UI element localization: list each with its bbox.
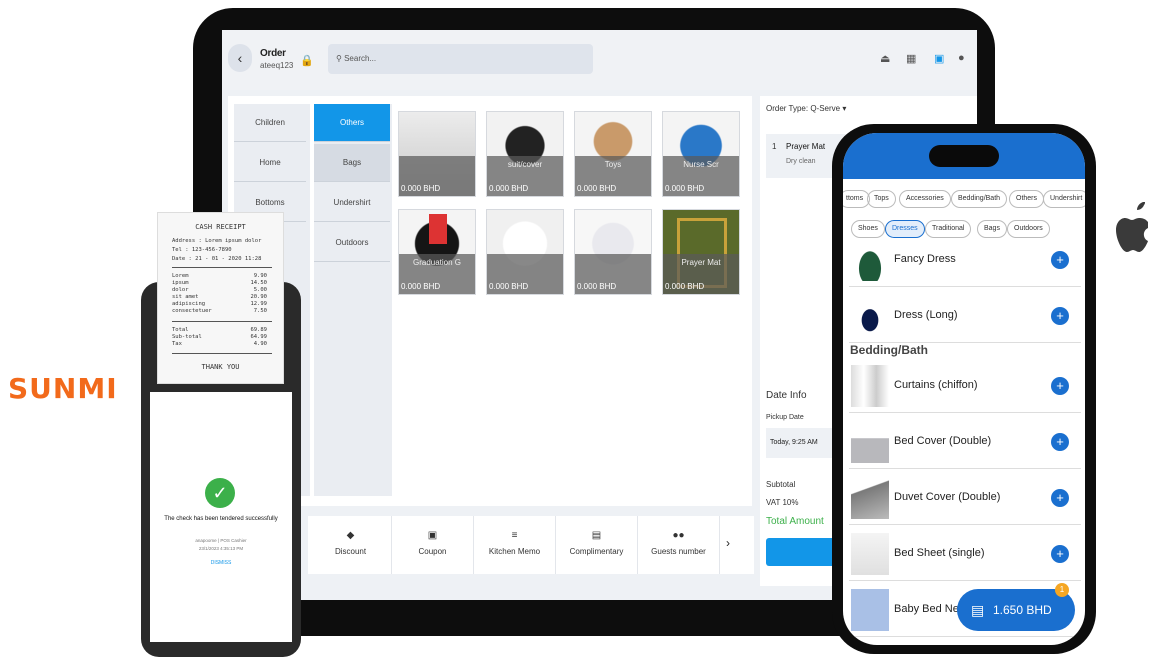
guests-number-button[interactable]: ●● Guests number: [638, 516, 720, 574]
checkmark-icon: ✓: [205, 478, 235, 508]
product-tile[interactable]: Toys 0.000 BHD: [574, 111, 652, 197]
chip-bedding-bath[interactable]: Bedding/Bath: [951, 190, 1008, 208]
kitchen-memo-button[interactable]: ≡ Kitchen Memo: [474, 516, 556, 574]
add-icon[interactable]: +: [1051, 307, 1069, 325]
category-outdoors[interactable]: Outdoors: [314, 224, 390, 262]
item-thumbnail: [851, 477, 889, 519]
item-thumbnail: [851, 365, 889, 407]
lock-icon[interactable]: 🔒: [300, 54, 314, 67]
chip-others[interactable]: Others: [1009, 190, 1045, 208]
action-bar: ◆ Discount ▣ Coupon ≡ Kitchen Memo ▤ Complim…: [308, 516, 754, 574]
cart-badge: 1: [1055, 583, 1069, 597]
guests-icon: ●●: [672, 530, 685, 541]
chip-accessories[interactable]: Accessories: [899, 190, 951, 208]
total-amount-label: Total Amount: [766, 516, 824, 527]
category-undershirt[interactable]: Undershirt: [314, 184, 390, 222]
red-stole: [429, 214, 447, 244]
product-tile[interactable]: 0.000 BHD: [398, 111, 476, 197]
printer-icon[interactable]: ▣: [934, 52, 944, 65]
clipboard-icon[interactable]: ▦: [906, 52, 916, 65]
add-icon[interactable]: +: [1051, 545, 1069, 563]
product-tile[interactable]: suit/cover 0.000 BHD: [486, 111, 564, 197]
section-title: Bedding/Bath: [850, 343, 928, 357]
chevron-right-icon[interactable]: ›: [726, 536, 730, 550]
username: ateeq123: [260, 61, 294, 70]
product-tile[interactable]: Prayer Mat 0.000 BHD: [662, 209, 740, 295]
item-thumbnail: [851, 533, 889, 575]
search-input[interactable]: ⚲ Search...: [328, 44, 593, 74]
item-thumbnail: [851, 421, 889, 463]
chip-undershirt[interactable]: Undershirt: [1043, 190, 1085, 208]
list-item[interactable]: Bed Cover (Double) +: [849, 415, 1081, 469]
list-item[interactable]: Curtains (chiffon) +: [849, 359, 1081, 413]
item-thumbnail: [851, 589, 889, 631]
item-thumbnail: [851, 239, 889, 281]
memo-icon: ≡: [511, 530, 518, 541]
top-category-chips: ttoms Tops Accessories Bedding/Bath Othe…: [843, 190, 1085, 208]
back-button[interactable]: ‹: [228, 44, 252, 72]
category-bags[interactable]: Bags: [314, 144, 390, 182]
list-item[interactable]: Bed Sheet (single) +: [849, 527, 1081, 581]
catalog-panel: Children Home Bottoms Others Bags Unders…: [228, 96, 752, 506]
receipt-icon: ▤: [971, 602, 985, 618]
add-icon[interactable]: +: [1051, 377, 1069, 395]
category-children[interactable]: Children: [234, 104, 306, 142]
subtotal-label: Subtotal: [766, 480, 796, 489]
user-icon[interactable]: ●: [958, 52, 965, 64]
success-message: The check has been tendered successfully: [164, 516, 278, 522]
cash-receipt: CASH RECEIPT Address : Lorem ipsum dolor…: [157, 212, 284, 384]
date-info-heading: Date Info: [766, 390, 807, 401]
search-icon: ⚲: [336, 54, 345, 63]
gift-icon: ▤: [591, 530, 602, 541]
phone-screen: ttoms Tops Accessories Bedding/Bath Othe…: [843, 133, 1085, 645]
pickup-label: Pickup Date: [766, 414, 804, 421]
dismiss-button[interactable]: DISMISS: [150, 560, 292, 566]
product-tile[interactable]: Graduation G 0.000 BHD: [398, 209, 476, 295]
coupon-button[interactable]: ▣ Coupon: [392, 516, 474, 574]
category-others[interactable]: Others: [314, 104, 390, 142]
sunmi-logo: SUNMI: [8, 372, 118, 405]
discount-button[interactable]: ◆ Discount: [310, 516, 392, 574]
product-tile[interactable]: 0.000 BHD: [486, 209, 564, 295]
complimentary-button[interactable]: ▤ Complimentary: [556, 516, 638, 574]
eject-icon[interactable]: ⏏: [880, 52, 890, 65]
list-item[interactable]: Duvet Cover (Double) +: [849, 471, 1081, 525]
apple-icon: [1116, 202, 1148, 252]
add-icon[interactable]: +: [1051, 433, 1069, 451]
vat-label: VAT 10%: [766, 498, 799, 507]
dynamic-island: [929, 145, 999, 167]
order-type-select[interactable]: Order Type: Q-Serve ▾: [766, 104, 846, 113]
add-icon[interactable]: +: [1051, 489, 1069, 507]
item-thumbnail: [851, 295, 889, 337]
phone-header: [843, 133, 1085, 179]
add-icon[interactable]: +: [1051, 251, 1069, 269]
tag-icon: ◆: [346, 530, 355, 541]
category-column-right: Others Bags Undershirt Outdoors: [314, 104, 392, 496]
category-home[interactable]: Home: [234, 144, 306, 182]
list-item[interactable]: Fancy Dress +: [849, 233, 1081, 287]
list-item[interactable]: Dress (Long) +: [849, 289, 1081, 343]
page-title: Order: [260, 48, 286, 59]
top-bar: ‹ Order ateeq123 🔒 ⚲ Search... ⏏ ▦ ▣ ●: [222, 30, 977, 90]
printer-screen: ✓ The check has been tendered successful…: [150, 392, 292, 642]
product-tile[interactable]: 0.000 BHD: [574, 209, 652, 295]
product-tile[interactable]: Nurse Scr 0.000 BHD: [662, 111, 740, 197]
coupon-icon: ▣: [427, 530, 438, 541]
chip-tops[interactable]: Tops: [867, 190, 896, 208]
